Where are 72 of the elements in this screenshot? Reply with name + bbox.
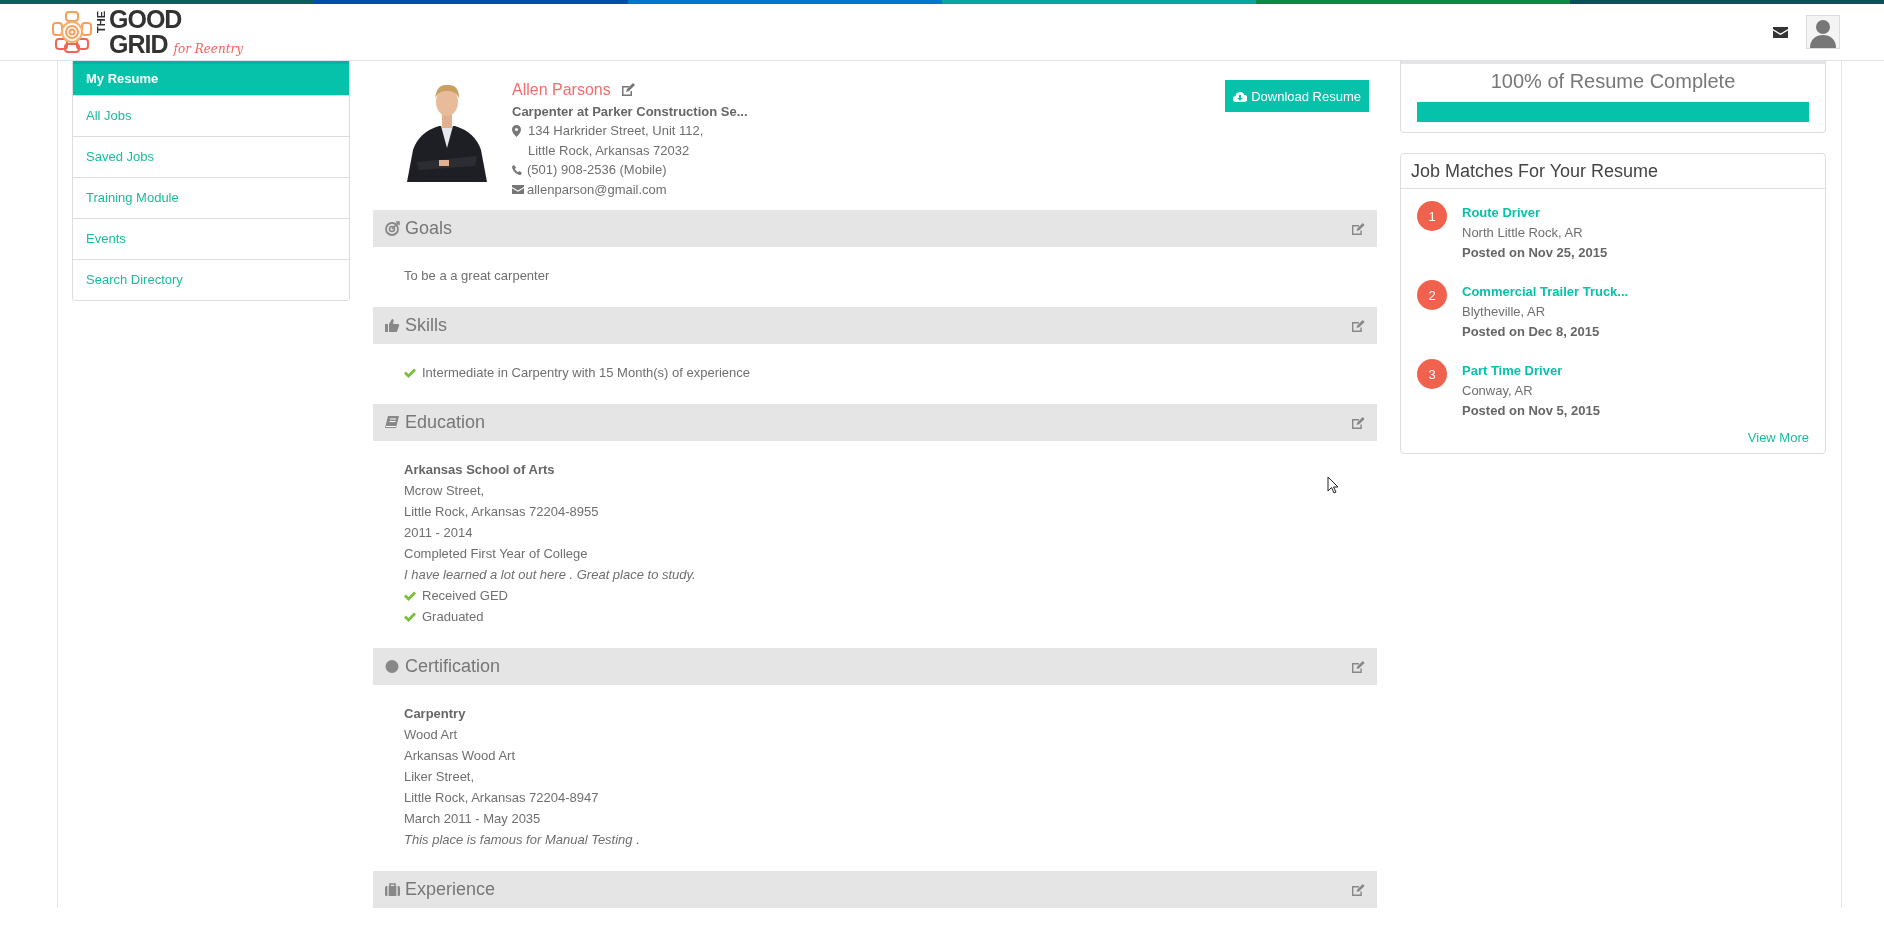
edit-icon[interactable] [1352, 416, 1365, 429]
number-badge: 1 [1417, 201, 1447, 231]
entry-text: Little Rock, Arkansas 72204-8955 [404, 503, 599, 521]
edit-icon[interactable] [1352, 222, 1365, 235]
section-title: Education [405, 412, 486, 433]
sidebar-item[interactable]: Search Directory [73, 259, 349, 300]
logo-text: GRID [109, 32, 168, 57]
entry-title: Carpentry [404, 705, 466, 723]
completion-label: 100% of Resume Complete [1489, 70, 1737, 93]
view-more-link[interactable]: View More [1417, 430, 1809, 445]
book-icon [385, 415, 400, 430]
number-badge: 2 [1417, 280, 1447, 310]
check-icon [404, 611, 416, 622]
entry-text: Graduated [422, 608, 484, 626]
cloud-download-icon [1233, 90, 1248, 102]
edit-icon[interactable] [1352, 883, 1365, 896]
entry-note: I have learned a lot out here . Great place to study. [404, 566, 696, 584]
profile-headline: Carpenter at Parker Construction Se... [512, 102, 748, 121]
entry-text: 2011 - 2014 [404, 524, 473, 542]
edit-icon[interactable] [620, 83, 635, 97]
logo-text: THE [95, 11, 107, 33]
mail-icon[interactable] [1773, 26, 1788, 38]
entry-text: Wood Art [404, 726, 458, 744]
download-resume-button[interactable]: Download Resume [1225, 80, 1369, 112]
section-title: Experience [405, 879, 496, 900]
edit-icon[interactable] [1352, 660, 1365, 673]
phone-text: (501) 908-2536 (Mobile) [527, 161, 667, 179]
flower-logo-icon [52, 11, 92, 53]
user-avatar[interactable] [1806, 15, 1840, 49]
entry-text: Arkansas Wood Art [404, 747, 516, 765]
map-pin-icon [512, 124, 521, 137]
entry-text: Mcrow Street, [404, 482, 485, 500]
phone-icon [512, 164, 522, 175]
sidebar-item[interactable]: My Resume [73, 61, 349, 95]
job-posted-date: Posted on Nov 25, 2015 [1462, 244, 1608, 262]
section-title: Goals [405, 218, 453, 239]
entry-note: This place is famous for Manual Testing . [404, 831, 640, 849]
check-icon [404, 367, 416, 378]
edit-icon[interactable] [1352, 319, 1365, 332]
address-text: 134 Harkrider Street, Unit 112, [528, 122, 704, 140]
logo-tagline: for Reentry [173, 42, 244, 56]
number-badge: 3 [1417, 359, 1447, 389]
entry-text: Liker Street, [404, 768, 475, 786]
job-posted-date: Posted on Dec 8, 2015 [1462, 323, 1601, 341]
entry-text: Little Rock, Arkansas 72204-8947 [404, 789, 599, 807]
address-text: Little Rock, Arkansas 72032 [527, 141, 691, 160]
section-title: Skills [405, 315, 447, 336]
thumbs-up-icon [385, 318, 400, 333]
briefcase-icon [385, 882, 400, 897]
entry-text: Completed First Year of College [404, 545, 588, 563]
mail-icon [512, 184, 524, 194]
job-title-link[interactable]: Route Driver [1462, 203, 1608, 223]
email-text: allenparson@gmail.com [527, 180, 667, 199]
card-title: Job Matches For Your Resume [1401, 154, 1825, 189]
target-icon [385, 221, 400, 236]
job-title-link[interactable]: Part Time Driver [1462, 361, 1600, 381]
entry-text: March 2011 - May 2035 [404, 810, 541, 828]
section-title: Certification [405, 656, 501, 677]
job-location: North Little Rock, AR [1462, 224, 1584, 242]
entry-text: Received GED [422, 587, 508, 605]
job-title-link[interactable]: Commercial Trailer Truck... [1462, 282, 1629, 302]
entry-text: Intermediate in Carpentry with 15 Month(s) of experience [422, 364, 751, 382]
job-posted-date: Posted on Nov 5, 2015 [1462, 402, 1600, 420]
job-location: Conway, AR [1462, 382, 1534, 400]
circle-icon [385, 659, 400, 674]
mouse-pointer-icon [1327, 476, 1339, 494]
logo-text: GOOD [109, 7, 183, 32]
profile-name: Allen Parsons [512, 80, 611, 100]
check-icon [404, 590, 416, 601]
job-location: Blytheville, AR [1462, 303, 1547, 321]
entry-text: To be a a great carpenter [404, 267, 550, 285]
entry-title: Arkansas School of Arts [404, 461, 555, 479]
